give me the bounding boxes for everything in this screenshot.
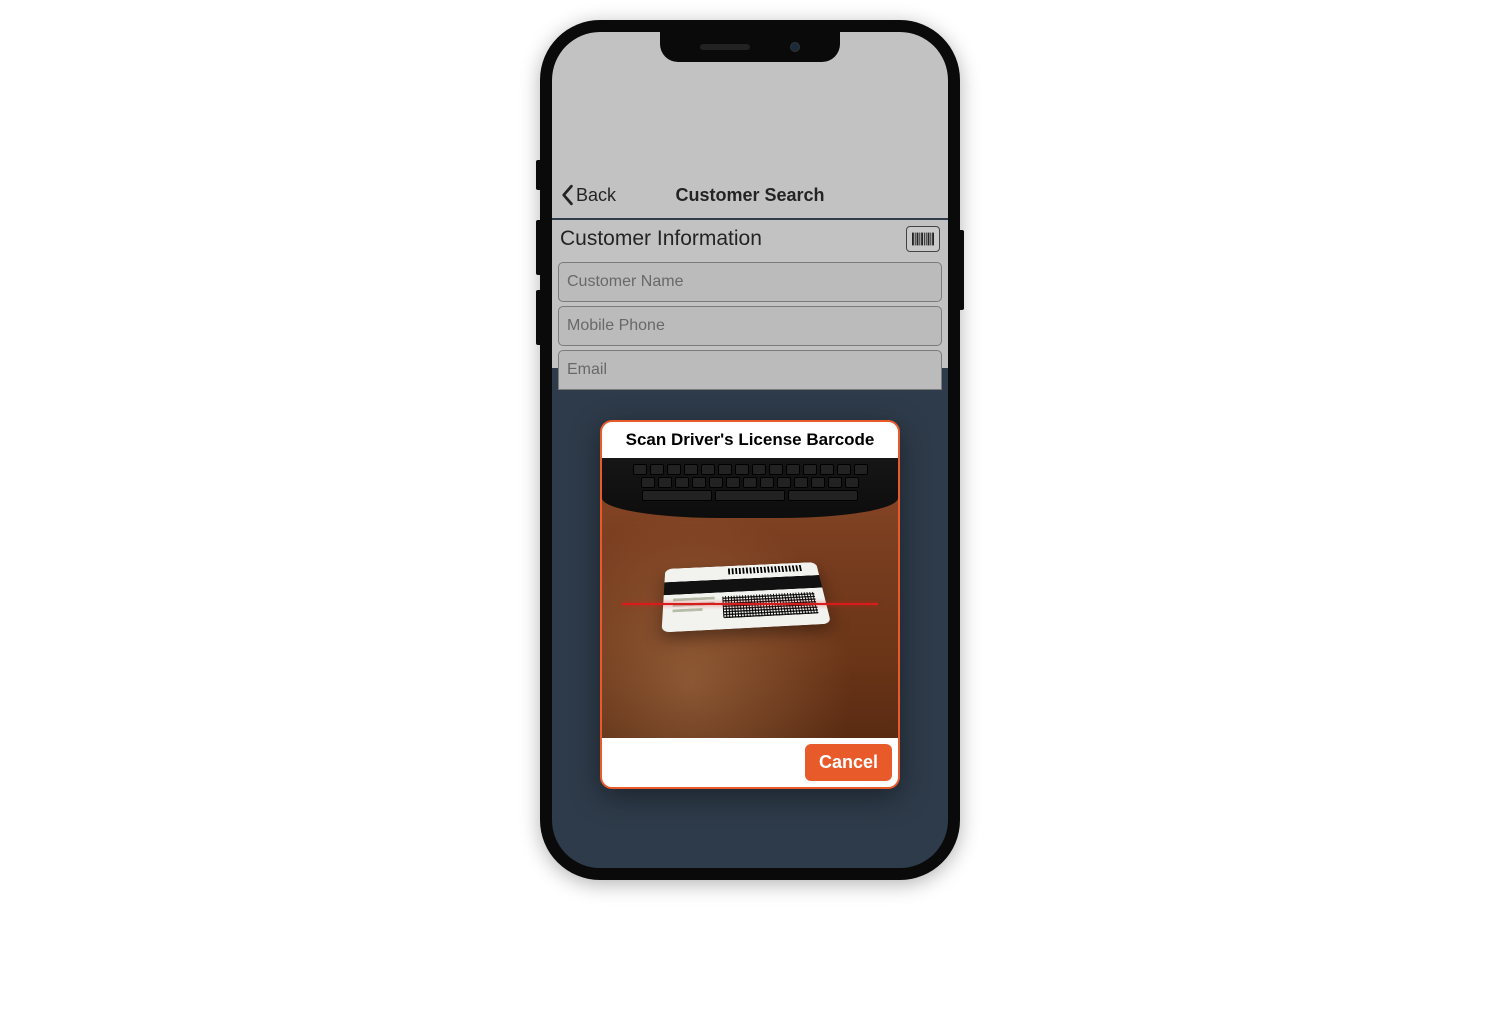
scan-guide-line — [622, 603, 878, 605]
card-top-barcode — [728, 565, 804, 574]
navigation-bar: Back Customer Search — [552, 172, 948, 220]
front-camera — [790, 42, 800, 52]
scan-barcode-button[interactable] — [906, 226, 940, 252]
mobile-phone-placeholder: Mobile Phone — [567, 317, 665, 335]
barcode-icon — [912, 232, 934, 246]
license-card — [662, 562, 832, 632]
phone-screen: Back Customer Search Customer Informatio… — [552, 32, 948, 868]
section-heading: Customer Information — [560, 227, 762, 251]
phone-frame: Back Customer Search Customer Informatio… — [540, 20, 960, 880]
volume-up-button — [536, 220, 540, 275]
email-field[interactable]: Email — [558, 350, 942, 390]
speaker-grille — [700, 44, 750, 50]
chevron-left-icon — [560, 184, 574, 206]
modal-title: Scan Driver's License Barcode — [602, 422, 898, 458]
form-area: Customer Information — [552, 220, 948, 368]
back-label: Back — [576, 185, 616, 206]
camera-background-keyboard — [602, 458, 898, 518]
mute-switch — [536, 160, 540, 190]
volume-down-button — [536, 290, 540, 345]
camera-preview — [602, 458, 898, 738]
power-button — [960, 230, 964, 310]
customer-name-field[interactable]: Customer Name — [558, 262, 942, 302]
pdf417-barcode — [722, 592, 819, 618]
email-placeholder: Email — [567, 361, 607, 379]
customer-name-placeholder: Customer Name — [567, 273, 683, 291]
mobile-phone-field[interactable]: Mobile Phone — [558, 306, 942, 346]
notch — [660, 32, 840, 62]
cancel-button[interactable]: Cancel — [805, 744, 892, 781]
card-text-lines — [672, 597, 715, 621]
scan-license-modal: Scan Driver's License Barcode — [600, 420, 900, 789]
back-button[interactable]: Back — [560, 184, 616, 206]
